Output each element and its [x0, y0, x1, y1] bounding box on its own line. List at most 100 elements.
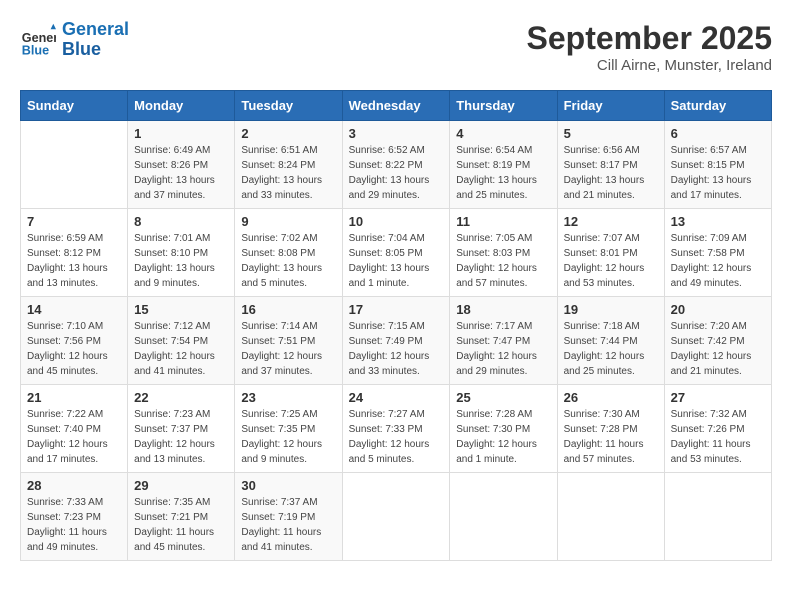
calendar-cell: 16 Sunrise: 7:14 AM Sunset: 7:51 PM Dayl…: [235, 297, 342, 385]
svg-text:Blue: Blue: [22, 43, 49, 57]
calendar-header: SundayMondayTuesdayWednesdayThursdayFrid…: [21, 91, 772, 121]
header-friday: Friday: [557, 91, 664, 121]
calendar-cell: 17 Sunrise: 7:15 AM Sunset: 7:49 PM Dayl…: [342, 297, 450, 385]
day-number: 26: [564, 390, 658, 405]
calendar-cell: 27 Sunrise: 7:32 AM Sunset: 7:26 PM Dayl…: [664, 385, 771, 473]
day-info: Sunrise: 7:20 AM Sunset: 7:42 PM Dayligh…: [671, 319, 765, 379]
header-saturday: Saturday: [664, 91, 771, 121]
day-info: Sunrise: 6:54 AM Sunset: 8:19 PM Dayligh…: [456, 143, 550, 203]
day-number: 28: [27, 478, 121, 493]
day-info: Sunrise: 6:51 AM Sunset: 8:24 PM Dayligh…: [241, 143, 335, 203]
calendar-cell: 11 Sunrise: 7:05 AM Sunset: 8:03 PM Dayl…: [450, 209, 557, 297]
header-wednesday: Wednesday: [342, 91, 450, 121]
day-number: 23: [241, 390, 335, 405]
calendar-table: SundayMondayTuesdayWednesdayThursdayFrid…: [20, 90, 772, 561]
header-tuesday: Tuesday: [235, 91, 342, 121]
calendar-cell: 22 Sunrise: 7:23 AM Sunset: 7:37 PM Dayl…: [128, 385, 235, 473]
day-info: Sunrise: 7:07 AM Sunset: 8:01 PM Dayligh…: [564, 231, 658, 291]
calendar-cell: 1 Sunrise: 6:49 AM Sunset: 8:26 PM Dayli…: [128, 121, 235, 209]
day-number: 15: [134, 302, 228, 317]
day-info: Sunrise: 7:01 AM Sunset: 8:10 PM Dayligh…: [134, 231, 228, 291]
calendar-cell: 20 Sunrise: 7:20 AM Sunset: 7:42 PM Dayl…: [664, 297, 771, 385]
day-info: Sunrise: 7:25 AM Sunset: 7:35 PM Dayligh…: [241, 407, 335, 467]
day-info: Sunrise: 7:23 AM Sunset: 7:37 PM Dayligh…: [134, 407, 228, 467]
day-info: Sunrise: 7:27 AM Sunset: 7:33 PM Dayligh…: [349, 407, 444, 467]
day-number: 3: [349, 126, 444, 141]
day-info: Sunrise: 7:35 AM Sunset: 7:21 PM Dayligh…: [134, 495, 228, 555]
day-number: 21: [27, 390, 121, 405]
day-number: 13: [671, 214, 765, 229]
day-info: Sunrise: 6:52 AM Sunset: 8:22 PM Dayligh…: [349, 143, 444, 203]
day-number: 16: [241, 302, 335, 317]
day-info: Sunrise: 6:49 AM Sunset: 8:26 PM Dayligh…: [134, 143, 228, 203]
day-info: Sunrise: 7:37 AM Sunset: 7:19 PM Dayligh…: [241, 495, 335, 555]
day-number: 30: [241, 478, 335, 493]
day-info: Sunrise: 7:12 AM Sunset: 7:54 PM Dayligh…: [134, 319, 228, 379]
day-info: Sunrise: 7:22 AM Sunset: 7:40 PM Dayligh…: [27, 407, 121, 467]
calendar-cell: 15 Sunrise: 7:12 AM Sunset: 7:54 PM Dayl…: [128, 297, 235, 385]
header-sunday: Sunday: [21, 91, 128, 121]
day-number: 18: [456, 302, 550, 317]
calendar-cell: 7 Sunrise: 6:59 AM Sunset: 8:12 PM Dayli…: [21, 209, 128, 297]
calendar-cell: 9 Sunrise: 7:02 AM Sunset: 8:08 PM Dayli…: [235, 209, 342, 297]
calendar-cell: 2 Sunrise: 6:51 AM Sunset: 8:24 PM Dayli…: [235, 121, 342, 209]
day-info: Sunrise: 7:04 AM Sunset: 8:05 PM Dayligh…: [349, 231, 444, 291]
calendar-cell: 24 Sunrise: 7:27 AM Sunset: 7:33 PM Dayl…: [342, 385, 450, 473]
page-header: General Blue GeneralBlue September 2025 …: [20, 20, 772, 74]
day-number: 5: [564, 126, 658, 141]
calendar-cell: 3 Sunrise: 6:52 AM Sunset: 8:22 PM Dayli…: [342, 121, 450, 209]
header-monday: Monday: [128, 91, 235, 121]
day-info: Sunrise: 7:05 AM Sunset: 8:03 PM Dayligh…: [456, 231, 550, 291]
calendar-cell: [342, 473, 450, 561]
day-number: 27: [671, 390, 765, 405]
calendar-cell: 26 Sunrise: 7:30 AM Sunset: 7:28 PM Dayl…: [557, 385, 664, 473]
day-number: 12: [564, 214, 658, 229]
day-number: 11: [456, 214, 550, 229]
day-number: 7: [27, 214, 121, 229]
day-number: 22: [134, 390, 228, 405]
month-title: September 2025: [527, 20, 772, 57]
day-info: Sunrise: 7:02 AM Sunset: 8:08 PM Dayligh…: [241, 231, 335, 291]
day-info: Sunrise: 7:30 AM Sunset: 7:28 PM Dayligh…: [564, 407, 658, 467]
calendar-cell: 21 Sunrise: 7:22 AM Sunset: 7:40 PM Dayl…: [21, 385, 128, 473]
day-number: 6: [671, 126, 765, 141]
calendar-cell: 23 Sunrise: 7:25 AM Sunset: 7:35 PM Dayl…: [235, 385, 342, 473]
day-info: Sunrise: 6:56 AM Sunset: 8:17 PM Dayligh…: [564, 143, 658, 203]
day-info: Sunrise: 7:10 AM Sunset: 7:56 PM Dayligh…: [27, 319, 121, 379]
day-info: Sunrise: 7:17 AM Sunset: 7:47 PM Dayligh…: [456, 319, 550, 379]
day-number: 24: [349, 390, 444, 405]
calendar-cell: 13 Sunrise: 7:09 AM Sunset: 7:58 PM Dayl…: [664, 209, 771, 297]
calendar-cell: 29 Sunrise: 7:35 AM Sunset: 7:21 PM Dayl…: [128, 473, 235, 561]
calendar-cell: 8 Sunrise: 7:01 AM Sunset: 8:10 PM Dayli…: [128, 209, 235, 297]
day-number: 4: [456, 126, 550, 141]
calendar-cell: [664, 473, 771, 561]
day-number: 2: [241, 126, 335, 141]
day-number: 10: [349, 214, 444, 229]
calendar-cell: 28 Sunrise: 7:33 AM Sunset: 7:23 PM Dayl…: [21, 473, 128, 561]
day-info: Sunrise: 7:14 AM Sunset: 7:51 PM Dayligh…: [241, 319, 335, 379]
title-block: September 2025 Cill Airne, Munster, Irel…: [527, 20, 772, 74]
calendar-cell: 10 Sunrise: 7:04 AM Sunset: 8:05 PM Dayl…: [342, 209, 450, 297]
day-number: 17: [349, 302, 444, 317]
day-info: Sunrise: 7:18 AM Sunset: 7:44 PM Dayligh…: [564, 319, 658, 379]
location-title: Cill Airne, Munster, Ireland: [527, 57, 772, 74]
day-number: 8: [134, 214, 228, 229]
calendar-cell: 30 Sunrise: 7:37 AM Sunset: 7:19 PM Dayl…: [235, 473, 342, 561]
calendar-cell: [450, 473, 557, 561]
day-number: 25: [456, 390, 550, 405]
calendar-cell: 19 Sunrise: 7:18 AM Sunset: 7:44 PM Dayl…: [557, 297, 664, 385]
calendar-cell: 4 Sunrise: 6:54 AM Sunset: 8:19 PM Dayli…: [450, 121, 557, 209]
calendar-body: 1 Sunrise: 6:49 AM Sunset: 8:26 PM Dayli…: [21, 121, 772, 561]
logo-icon: General Blue: [20, 22, 56, 58]
calendar-cell: [21, 121, 128, 209]
header-thursday: Thursday: [450, 91, 557, 121]
logo-text: GeneralBlue: [62, 20, 129, 60]
calendar-cell: 6 Sunrise: 6:57 AM Sunset: 8:15 PM Dayli…: [664, 121, 771, 209]
logo: General Blue GeneralBlue: [20, 20, 129, 60]
day-number: 14: [27, 302, 121, 317]
day-number: 29: [134, 478, 228, 493]
calendar-cell: 25 Sunrise: 7:28 AM Sunset: 7:30 PM Dayl…: [450, 385, 557, 473]
day-number: 9: [241, 214, 335, 229]
calendar-cell: 18 Sunrise: 7:17 AM Sunset: 7:47 PM Dayl…: [450, 297, 557, 385]
calendar-cell: 14 Sunrise: 7:10 AM Sunset: 7:56 PM Dayl…: [21, 297, 128, 385]
